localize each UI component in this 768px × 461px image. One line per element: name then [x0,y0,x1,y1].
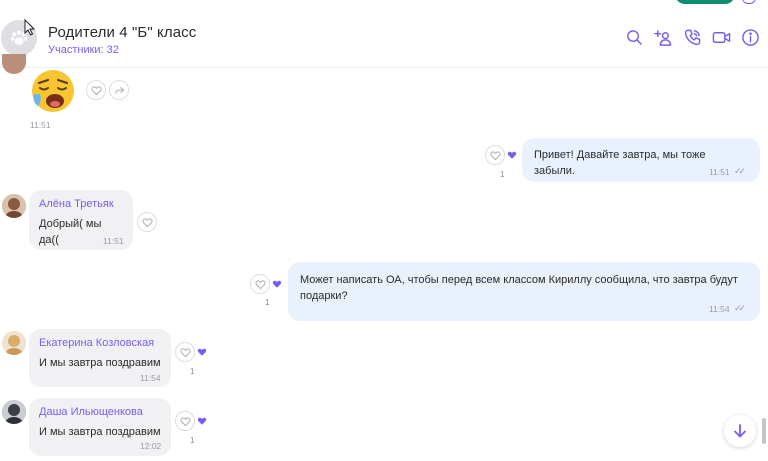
heart-outline-icon [141,217,153,227]
avatar-photo [2,400,26,424]
message-time: 11:51 [103,236,124,246]
message-text: Может написать ОА, чтобы перед всем клас… [300,274,738,302]
avatar-photo [2,194,26,218]
like-count: 1 [190,367,195,376]
chat-title[interactable]: Родители 4 "Б" класс [48,24,196,41]
top-toolbar-icon[interactable] [742,0,756,4]
message-time: 11:51 [709,167,730,177]
heart-filled-icon [197,348,207,356]
sender-avatar[interactable] [2,400,26,424]
top-action-button[interactable] [675,0,735,4]
message-time: 11:51 [30,120,51,130]
avatar-photo [2,331,26,355]
share-icon [114,86,124,94]
mouse-cursor-icon [24,19,35,36]
heart-outline-icon [179,416,191,426]
read-checkmarks-icon: ✓✓ [734,166,746,176]
like-count: 1 [265,298,270,307]
info-icon[interactable] [741,28,760,47]
sender-avatar[interactable] [2,194,26,218]
heart-filled-icon [272,280,282,288]
call-icon[interactable] [683,28,702,47]
search-icon[interactable] [625,28,644,47]
crying-face-sticker [32,70,74,112]
outgoing-message[interactable]: Может написать ОА, чтобы перед всем клас… [288,262,760,321]
heart-filled-icon [197,417,207,425]
like-button[interactable] [137,212,157,232]
video-call-icon[interactable] [712,28,731,47]
sender-name[interactable]: Алёна Третьяк [39,198,123,210]
chat-header: Родители 4 "Б" класс Участники: 32 [0,8,768,68]
like-button[interactable] [175,342,195,362]
message-time: 12:02 [140,441,162,451]
like-button[interactable] [250,274,270,294]
heart-outline-icon [489,150,501,160]
header-actions [625,28,760,47]
sender-name[interactable]: Даша Ильющенкова [39,406,161,418]
participants-count[interactable]: Участники: 32 [48,44,119,56]
heart-outline-icon [90,85,102,95]
forward-button[interactable] [109,80,129,100]
arrow-down-icon [734,424,746,438]
heart-outline-icon [179,347,191,357]
heart-filled-icon [507,151,517,159]
sender-avatar[interactable] [2,331,26,355]
scroll-to-bottom-button[interactable] [724,415,756,447]
add-participant-icon[interactable] [654,28,673,47]
like-count: 1 [190,436,195,445]
like-button[interactable] [485,145,505,165]
top-strip [0,0,768,8]
message-time: 11:54 [709,304,730,314]
read-checkmarks-icon: ✓✓ [734,303,746,313]
sender-avatar[interactable] [2,54,26,74]
heart-outline-icon [254,279,266,289]
message-text: И мы завтра поздравим [39,357,161,369]
sender-name[interactable]: Екатерина Козловская [39,337,161,349]
like-button[interactable] [175,411,195,431]
message-time: 11:54 [140,373,161,383]
message-text: И мы завтра поздравим [39,426,161,438]
like-count: 1 [500,170,505,179]
like-button[interactable] [86,80,106,100]
scrollbar-thumb[interactable] [762,418,766,444]
